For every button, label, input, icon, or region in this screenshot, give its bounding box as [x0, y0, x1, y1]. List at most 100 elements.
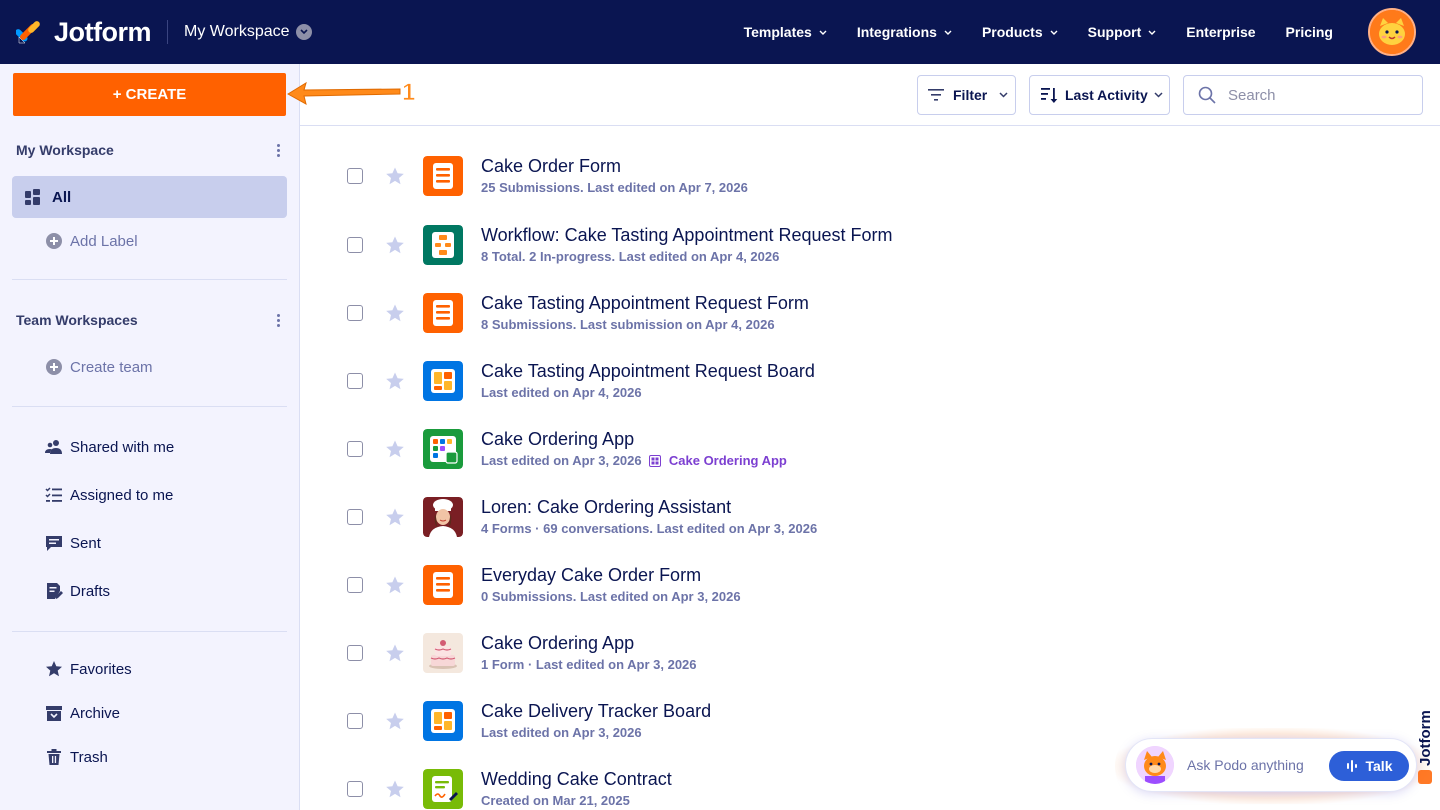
- plus-circle-icon: [46, 233, 62, 249]
- nav-enterprise[interactable]: Enterprise: [1171, 24, 1270, 40]
- filter-icon: [928, 89, 944, 101]
- sort-icon: [1041, 88, 1058, 103]
- list-item[interactable]: Loren: Cake Ordering Assistant 4 Forms ·…: [300, 485, 1440, 553]
- list-item[interactable]: Cake Ordering App Last edited on Apr 3, …: [300, 417, 1440, 485]
- item-title[interactable]: Cake Tasting Appointment Request Form: [481, 293, 809, 314]
- talk-button[interactable]: Talk: [1329, 751, 1409, 781]
- nav-products[interactable]: Products: [967, 24, 1073, 40]
- sign-icon: [423, 769, 463, 809]
- kebab-menu-icon[interactable]: [270, 143, 286, 157]
- star-icon[interactable]: [385, 371, 405, 391]
- trash-icon: [47, 749, 61, 765]
- message-icon: [46, 536, 62, 551]
- row-checkbox[interactable]: [347, 645, 363, 661]
- star-icon[interactable]: [385, 575, 405, 595]
- star-icon[interactable]: [385, 439, 405, 459]
- chevron-down-icon: [1050, 30, 1058, 35]
- row-checkbox[interactable]: [347, 441, 363, 457]
- podo-assistant-bar[interactable]: Ask Podo anything Talk: [1125, 738, 1417, 792]
- sidebar-item-all[interactable]: All: [12, 176, 287, 218]
- nav-pricing[interactable]: Pricing: [1271, 24, 1348, 40]
- item-title[interactable]: Everyday Cake Order Form: [481, 565, 701, 586]
- create-team-button[interactable]: Create team: [12, 346, 287, 388]
- user-avatar[interactable]: [1368, 8, 1416, 56]
- sidebar-item-shared-label: Shared with me: [70, 438, 175, 456]
- archive-icon: [46, 706, 62, 721]
- sidebar-divider: [12, 631, 287, 632]
- star-icon[interactable]: [385, 303, 405, 323]
- sort-button[interactable]: Last Activity: [1029, 75, 1170, 115]
- list-item[interactable]: Workflow: Cake Tasting Appointment Reque…: [300, 213, 1440, 281]
- star-icon[interactable]: [385, 166, 405, 186]
- sidebar-item-shared[interactable]: Shared with me: [12, 426, 287, 468]
- chevron-down-icon: [295, 24, 312, 40]
- list-item[interactable]: Cake Order Form 25 Submissions. Last edi…: [300, 144, 1440, 212]
- item-title[interactable]: Wedding Cake Contract: [481, 769, 672, 790]
- kebab-menu-icon[interactable]: [270, 313, 286, 327]
- star-icon[interactable]: [385, 779, 405, 799]
- row-checkbox[interactable]: [347, 168, 363, 184]
- row-checkbox[interactable]: [347, 237, 363, 253]
- list-item[interactable]: Cake Tasting Appointment Request Board L…: [300, 349, 1440, 417]
- star-icon[interactable]: [385, 507, 405, 527]
- voice-wave-icon: [1346, 760, 1357, 772]
- row-checkbox[interactable]: [347, 713, 363, 729]
- item-title[interactable]: Cake Delivery Tracker Board: [481, 701, 711, 722]
- nav-support[interactable]: Support: [1073, 24, 1172, 40]
- search-box: [1183, 75, 1423, 115]
- sort-label: Last Activity: [1065, 87, 1148, 103]
- filter-label: Filter: [953, 87, 988, 103]
- sidebar-item-assigned[interactable]: Assigned to me: [12, 474, 287, 516]
- item-meta: Last edited on Apr 4, 2026: [481, 385, 642, 400]
- draft-icon: [47, 583, 63, 599]
- nav-templates[interactable]: Templates: [729, 24, 842, 40]
- list-item[interactable]: Cake Tasting Appointment Request Form 8 …: [300, 281, 1440, 349]
- row-checkbox[interactable]: [347, 509, 363, 525]
- search-icon: [1198, 86, 1216, 104]
- item-title[interactable]: Cake Tasting Appointment Request Board: [481, 361, 815, 382]
- workspace-switcher[interactable]: My Workspace: [184, 23, 312, 41]
- star-icon[interactable]: [385, 643, 405, 663]
- item-meta: 0 Submissions. Last edited on Apr 3, 202…: [481, 589, 741, 604]
- sidebar-item-drafts[interactable]: Drafts: [12, 570, 287, 612]
- item-app-link[interactable]: Cake Ordering App: [669, 453, 787, 468]
- sidebar-item-trash[interactable]: Trash: [12, 736, 287, 778]
- add-label-button[interactable]: Add Label: [12, 220, 287, 262]
- sidebar-item-favorites-label: Favorites: [70, 660, 132, 678]
- row-checkbox[interactable]: [347, 305, 363, 321]
- create-button[interactable]: + CREATE: [13, 73, 286, 116]
- main-nav: Templates Integrations Products Support …: [729, 0, 1348, 64]
- sidebar-item-archive[interactable]: Archive: [12, 692, 287, 734]
- star-icon[interactable]: [385, 235, 405, 255]
- row-checkbox[interactable]: [347, 577, 363, 593]
- item-title[interactable]: Cake Ordering App: [481, 633, 634, 654]
- chevron-down-icon: [944, 30, 952, 35]
- jotform-logo[interactable]: Jotform: [16, 17, 152, 48]
- item-title[interactable]: Cake Ordering App: [481, 429, 634, 450]
- search-input[interactable]: [1228, 86, 1408, 104]
- create-team-text: Create team: [70, 358, 153, 376]
- item-meta: Last edited on Apr 3, 2026: [481, 725, 642, 740]
- sidebar-item-favorites[interactable]: Favorites: [12, 648, 287, 690]
- add-label-text: Add Label: [70, 232, 138, 250]
- cat-avatar-icon: [1370, 10, 1414, 54]
- item-title[interactable]: Cake Order Form: [481, 156, 621, 177]
- team-workspaces-heading: Team Workspaces: [16, 312, 138, 328]
- list-item[interactable]: Cake Ordering App 1 Form · Last edited o…: [300, 621, 1440, 689]
- nav-pricing-label: Pricing: [1285, 24, 1333, 40]
- item-title[interactable]: Loren: Cake Ordering Assistant: [481, 497, 731, 518]
- annotation-arrow: 1: [287, 79, 416, 106]
- item-title[interactable]: Workflow: Cake Tasting Appointment Reque…: [481, 225, 893, 246]
- nav-integrations[interactable]: Integrations: [842, 24, 967, 40]
- sidebar-item-sent-label: Sent: [70, 534, 101, 552]
- star-icon[interactable]: [385, 711, 405, 731]
- nav-enterprise-label: Enterprise: [1186, 24, 1256, 40]
- row-checkbox[interactable]: [347, 781, 363, 797]
- sidebar-divider: [12, 279, 287, 280]
- form-icon: [423, 293, 463, 333]
- list-item[interactable]: Everyday Cake Order Form 0 Submissions. …: [300, 553, 1440, 621]
- filter-button[interactable]: Filter: [917, 75, 1016, 115]
- chevron-down-icon: [1148, 30, 1156, 35]
- sidebar-item-sent[interactable]: Sent: [12, 522, 287, 564]
- row-checkbox[interactable]: [347, 373, 363, 389]
